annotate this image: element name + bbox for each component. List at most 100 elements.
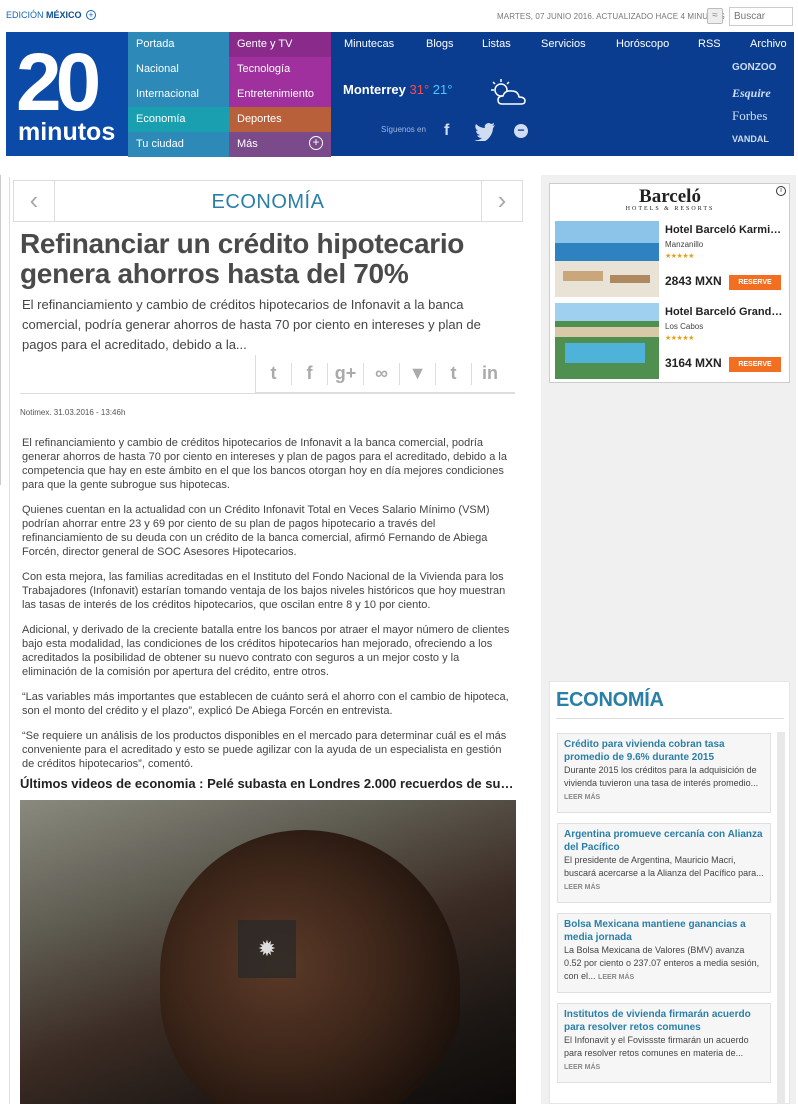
hotel-image [555, 303, 659, 379]
twitter-share-icon[interactable]: t [256, 363, 292, 385]
top-nav: Minutecas Blogs Listas Servicios Horósco… [334, 32, 794, 58]
read-more-link[interactable]: LEER MÁS [598, 974, 634, 981]
news-item[interactable]: Crédito para vivienda cobran tasa promed… [557, 733, 771, 813]
article-paragraph: El refinanciamiento y cambio de créditos… [22, 437, 507, 491]
ad-brand-logo: Barceló HOTELS & RESORTS [550, 186, 790, 212]
economia-title[interactable]: ECONOMÍA [556, 689, 664, 712]
news-desc: El Infonavit y el Fovissste firmarán un … [564, 1035, 749, 1058]
facebook-share-icon[interactable]: f [292, 363, 328, 385]
hotel-card[interactable]: Hotel Barceló Karmin… Manzanillo ★★★★★ 2… [555, 221, 787, 299]
nav-horoscopo[interactable]: Horóscopo [616, 38, 669, 50]
news-item[interactable]: Institutos de vivienda firmarán acuerdo … [557, 1003, 771, 1083]
news-desc: Durante 2015 los créditos para la adquis… [564, 765, 759, 788]
search-input[interactable] [729, 7, 793, 26]
star-rating-icon: ★★★★★ [665, 335, 694, 342]
article-paragraph: Quienes cuentan en la actualidad con un … [22, 504, 490, 558]
plus-icon[interactable]: + [86, 10, 97, 20]
tumblr-share-icon[interactable]: t [436, 363, 472, 385]
article-body: El refinanciamiento y cambio de créditos… [22, 436, 512, 782]
news-item[interactable]: Bolsa Mexicana mantiene ganancias a medi… [557, 913, 771, 993]
nav-archivo[interactable]: Archivo [750, 38, 787, 50]
facebook-icon[interactable]: f [444, 122, 449, 140]
hotel-name: Hotel Barceló Grand F… [665, 306, 785, 318]
weather-high: 31° [409, 82, 430, 97]
news-desc: El presidente de Argentina, Mauricio Mac… [564, 855, 764, 878]
nav-listas[interactable]: Listas [482, 38, 511, 50]
linkedin-share-icon[interactable]: in [472, 363, 508, 385]
share-bar: t f g+ ∞ ▼ t in [255, 355, 515, 393]
news-title[interactable]: Crédito para vivienda cobran tasa promed… [564, 738, 764, 764]
article-paragraph: Adicional, y derivado de la creciente ba… [22, 624, 510, 678]
site-logo[interactable]: 20 minutos [6, 32, 128, 156]
hotel-location: Manzanillo [665, 240, 704, 249]
weather-city: Monterrey [343, 82, 406, 97]
nav-portada[interactable]: Portada [128, 32, 229, 57]
weather-low: 21° [432, 82, 453, 97]
nav-economia[interactable]: Economía [128, 107, 229, 132]
plus-circle-icon: + [309, 136, 323, 150]
hotel-image [555, 221, 659, 297]
news-title[interactable]: Bolsa Mexicana mantiene ganancias a medi… [564, 918, 764, 944]
hotel-name: Hotel Barceló Karmin… [665, 224, 785, 236]
nav-mas[interactable]: Más + [229, 132, 331, 157]
pocket-share-icon[interactable]: ▼ [400, 363, 436, 385]
divider [20, 393, 515, 394]
read-more-link[interactable]: LEER MÁS [564, 1064, 600, 1071]
hotel-price: 3164 MXN [665, 356, 722, 370]
section-name[interactable]: ECONOMÍA [54, 181, 482, 221]
loading-spinner-icon: ✹ [238, 920, 296, 978]
edition-country: MÉXICO [46, 10, 82, 20]
brand-esquire[interactable]: Esquire [732, 86, 771, 101]
rss-icon[interactable]: ≈ [707, 8, 723, 24]
nav-rss[interactable]: RSS [698, 38, 721, 50]
weather-widget[interactable]: Monterrey 31° 21° [343, 82, 452, 97]
hotel-ad[interactable]: Barceló HOTELS & RESORTS i Hotel Barceló… [549, 183, 790, 383]
nav-tecnologia[interactable]: Tecnología [229, 57, 331, 82]
news-desc: La Bolsa Mexicana de Valores (BMV) avanz… [564, 945, 760, 981]
prev-arrow-icon[interactable]: ‹ [14, 181, 54, 221]
video-section-title[interactable]: Últimos videos de economia : Pelé subast… [20, 776, 512, 791]
brand-forbes[interactable]: Forbes [732, 108, 767, 124]
nav-internacional[interactable]: Internacional [128, 82, 229, 107]
nav-servicios[interactable]: Servicios [541, 38, 586, 50]
nav-minutecas[interactable]: Minutecas [344, 38, 394, 50]
read-more-link[interactable]: LEER MÁS [564, 794, 600, 801]
hotel-card[interactable]: Hotel Barceló Grand F… Los Cabos ★★★★★ 3… [555, 303, 787, 381]
more-social-icon[interactable]: − [514, 124, 528, 138]
edition-label: EDICIÓN [6, 10, 44, 20]
nav-mas-label: Más [237, 138, 258, 150]
follow-label: Síguenos en [381, 125, 426, 134]
nav-gente-tv[interactable]: Gente y TV [229, 32, 331, 57]
edition-selector[interactable]: EDICIÓN MÉXICO + [6, 10, 97, 20]
nav-tu-ciudad[interactable]: Tu ciudad [128, 132, 229, 157]
googleplus-share-icon[interactable]: g+ [328, 363, 364, 385]
brand-vandal[interactable]: VANDAL [732, 134, 769, 144]
dateline: MARTES, 07 JUNIO 2016. ACTUALIZADO HACE … [497, 12, 725, 21]
reserve-button[interactable]: RESERVE [729, 357, 781, 372]
divider [556, 718, 784, 719]
info-icon[interactable]: i [776, 186, 786, 196]
site-header: 20 minutos Portada Nacional Internaciona… [6, 32, 794, 157]
nav-entretenimiento[interactable]: Entretenimiento [229, 82, 331, 107]
video-player[interactable]: ✹ [20, 800, 516, 1104]
news-item[interactable]: Argentina promueve cercanía con Alianza … [557, 823, 771, 903]
video-frame [160, 830, 460, 1104]
article-paragraph: “Se requiere un análisis de los producto… [22, 730, 507, 770]
news-title[interactable]: Institutos de vivienda firmarán acuerdo … [564, 1008, 764, 1034]
ad-brand-sub: HOTELS & RESORTS [625, 206, 715, 212]
reserve-button[interactable]: RESERVE [729, 275, 781, 290]
article-paragraph: “Las variables más importantes que estab… [22, 691, 509, 717]
news-title[interactable]: Argentina promueve cercanía con Alianza … [564, 828, 764, 854]
ad-brand: Barceló [639, 186, 701, 207]
nav-deportes[interactable]: Deportes [229, 107, 331, 132]
nav-nacional[interactable]: Nacional [128, 57, 229, 82]
section-bar: ‹ ECONOMÍA › [13, 180, 523, 222]
scrollbar[interactable] [777, 732, 785, 1104]
next-arrow-icon[interactable]: › [482, 181, 522, 221]
meneame-share-icon[interactable]: ∞ [364, 363, 400, 385]
read-more-link[interactable]: LEER MÁS [564, 884, 600, 891]
nav-blogs[interactable]: Blogs [426, 38, 454, 50]
logo-word: minutos [18, 118, 116, 146]
twitter-icon[interactable] [474, 123, 496, 141]
brand-gonzoo[interactable]: GONZOO [732, 62, 776, 73]
